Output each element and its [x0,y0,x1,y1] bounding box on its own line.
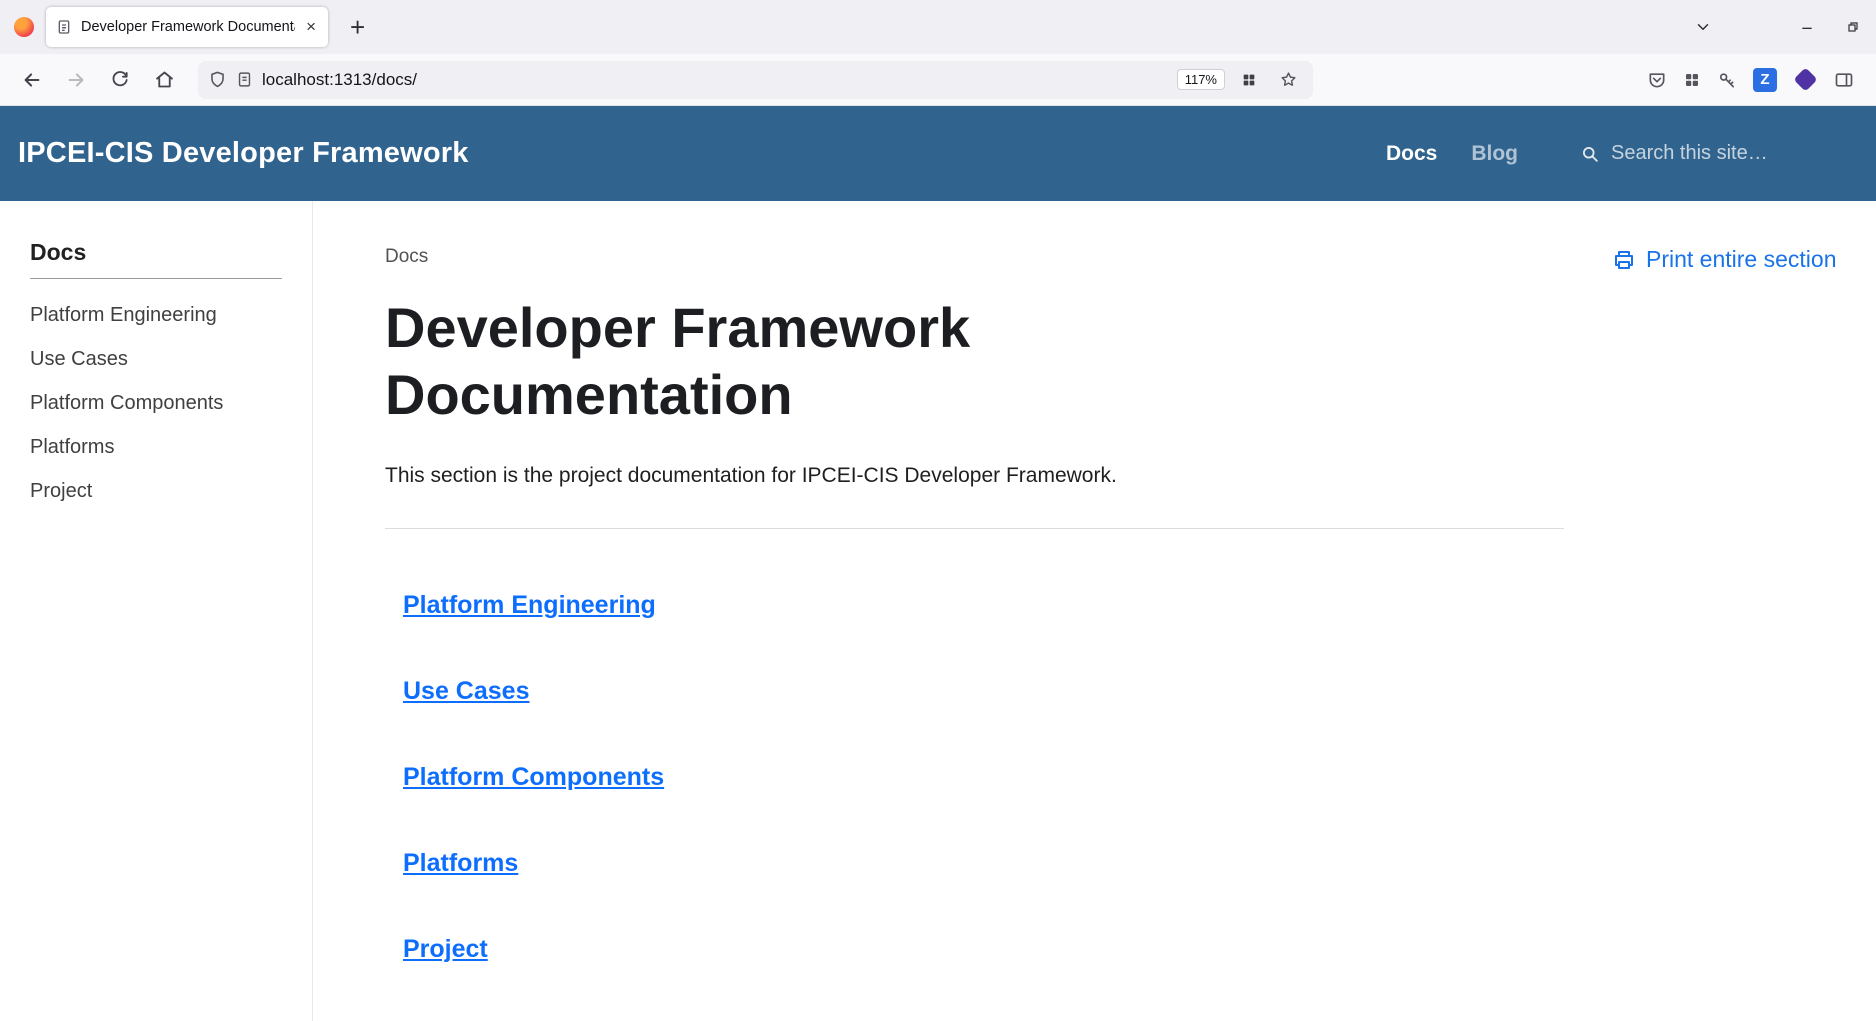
zoom-level-button[interactable]: 117% [1177,69,1225,90]
window-controls [1680,0,1876,54]
browser-toolbar: localhost:1313/docs/ 117% [0,54,1876,106]
doc-link-platform-engineering[interactable]: Platform Engineering [403,591,656,620]
sidebar-item-project[interactable]: Project [30,469,282,513]
password-key-icon[interactable] [1717,70,1737,90]
restore-window-icon [1845,19,1861,35]
sidebar-item-platforms[interactable]: Platforms [30,425,282,469]
reload-button[interactable] [100,61,140,99]
minimize-button[interactable] [1784,0,1830,54]
search-input[interactable] [1609,141,1829,166]
nav-link-blog[interactable]: Blog [1471,142,1518,166]
printer-icon [1612,248,1636,272]
print-section-link[interactable]: Print entire section [1612,246,1836,273]
browser-tab-strip: Developer Framework Documentation × + [0,0,1876,54]
reload-icon [110,70,130,90]
breadcrumb[interactable]: Docs [385,246,1564,268]
extensions-icon[interactable] [1683,71,1701,89]
doc-link-platforms[interactable]: Platforms [403,849,518,878]
doc-link-platform-components[interactable]: Platform Components [403,763,664,792]
home-button[interactable] [144,61,184,99]
search-icon [1580,144,1600,164]
containers-grid-icon[interactable] [1234,65,1264,95]
browser-tab[interactable]: Developer Framework Documentation × [46,7,328,47]
right-sidebar: Print entire section [1564,201,1876,1021]
firefox-icon [14,17,34,37]
toolbar-addons: Z [1647,68,1854,92]
page-title: Developer Framework Documentation [385,294,1175,428]
sidebar-heading[interactable]: Docs [30,239,282,279]
doc-link-use-cases[interactable]: Use Cases [403,677,529,706]
page-info-icon[interactable] [236,71,253,88]
forward-arrow-icon [65,69,87,91]
new-tab-button[interactable]: + [342,12,373,42]
chevron-down-icon [1694,18,1712,36]
print-link-label: Print entire section [1646,246,1836,273]
pocket-icon[interactable] [1647,70,1667,90]
site-search [1580,141,1850,166]
tab-title: Developer Framework Documentation [81,19,295,35]
sidebar-toggle-icon[interactable] [1834,70,1854,90]
forward-button[interactable] [56,61,96,99]
bookmark-star-icon[interactable] [1273,65,1303,95]
sidebar-nav-list: Platform Engineering Use Cases Platform … [30,293,282,513]
site-nav: Docs Blog [1386,141,1850,166]
z-extension-icon[interactable]: Z [1753,68,1777,92]
site-header: IPCEI-CIS Developer Framework Docs Blog [0,106,1876,201]
site-brand[interactable]: IPCEI-CIS Developer Framework [18,137,469,170]
restore-window-button[interactable] [1830,0,1876,54]
intro-text: This section is the project documentatio… [385,464,1564,488]
home-icon [154,69,175,90]
purple-extension-icon[interactable] [1793,71,1818,88]
content-divider [385,528,1564,529]
minimize-icon [1799,19,1815,35]
back-arrow-icon [21,69,43,91]
nav-link-docs[interactable]: Docs [1386,142,1437,166]
section-link-list: Platform Engineering Use Cases Platform … [385,591,1564,964]
main-content: Docs Developer Framework Documentation T… [313,201,1564,1021]
back-button[interactable] [12,61,52,99]
docs-sidebar: Docs Platform Engineering Use Cases Plat… [0,201,313,1021]
tab-close-icon[interactable]: × [304,17,318,37]
sidebar-item-use-cases[interactable]: Use Cases [30,337,282,381]
page-body: Docs Platform Engineering Use Cases Plat… [0,201,1876,986]
list-tabs-button[interactable] [1680,0,1726,54]
sidebar-item-platform-components[interactable]: Platform Components [30,381,282,425]
url-bar[interactable]: localhost:1313/docs/ 117% [198,61,1313,99]
url-text[interactable]: localhost:1313/docs/ [262,70,1168,90]
shield-icon[interactable] [208,70,227,89]
sidebar-item-platform-engineering[interactable]: Platform Engineering [30,293,282,337]
tab-page-icon [56,19,72,35]
doc-link-project[interactable]: Project [403,935,488,964]
